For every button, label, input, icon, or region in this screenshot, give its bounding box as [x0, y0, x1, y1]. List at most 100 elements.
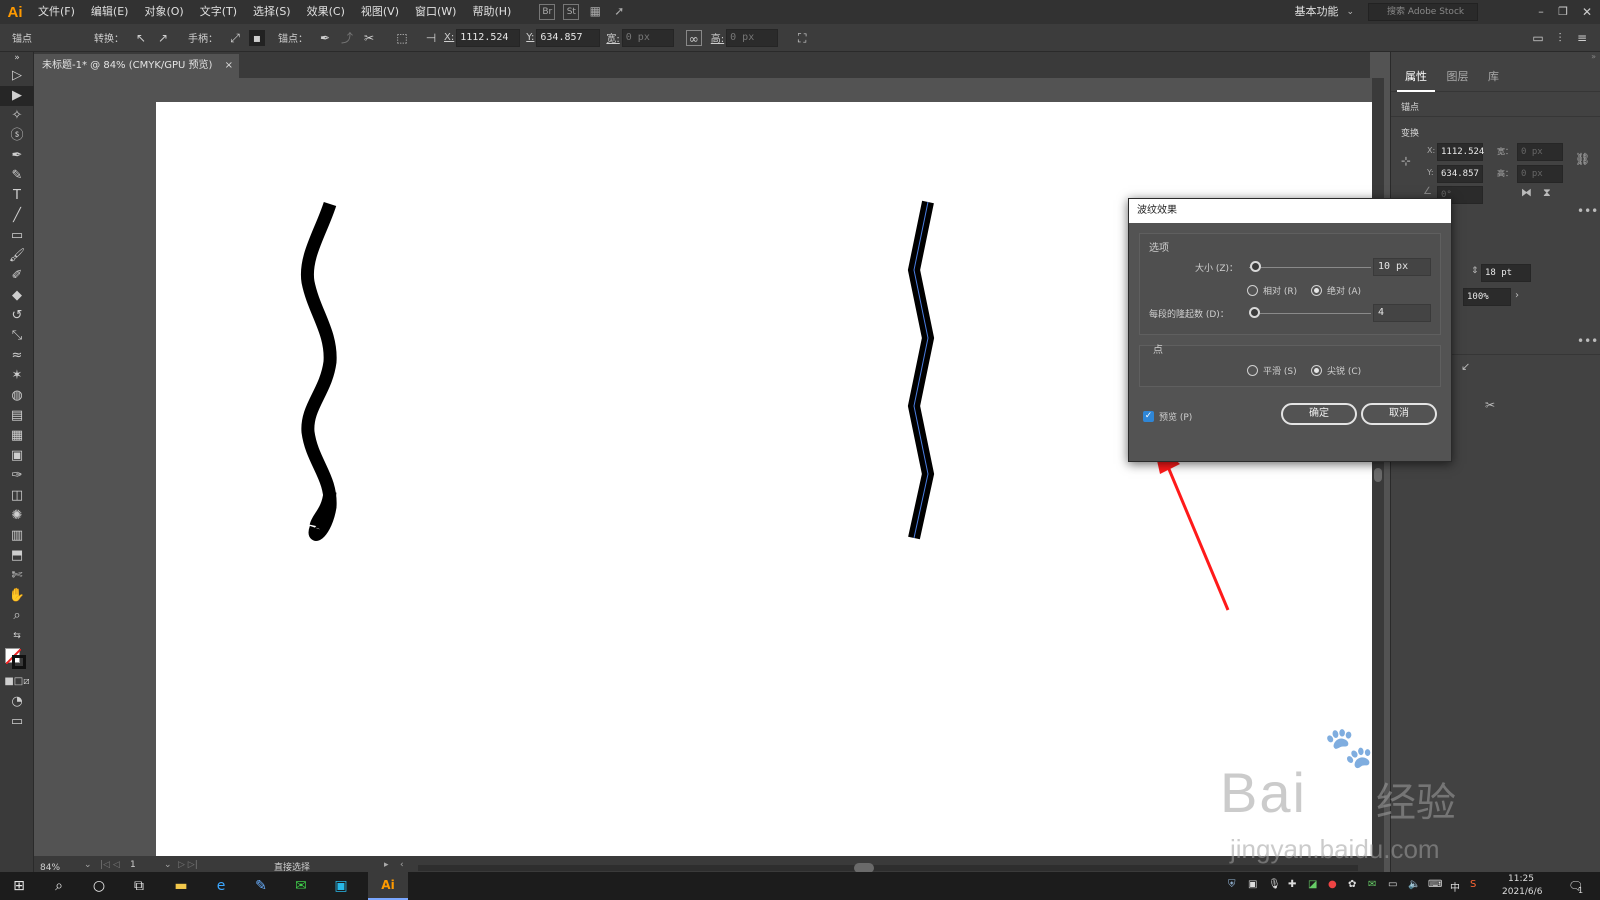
handle-show-icon[interactable]: ⤢ [227, 30, 243, 46]
tray-wechat-icon[interactable]: ✉ [1368, 879, 1376, 890]
height-input[interactable]: 0 px [726, 28, 779, 47]
minimize-icon[interactable]: – [1530, 2, 1552, 22]
relative-radio[interactable] [1247, 285, 1258, 296]
collapse-icon[interactable]: » [0, 52, 34, 66]
menu-type[interactable]: 文字(T) [192, 0, 245, 24]
panel-collapse-icon[interactable]: » [1391, 52, 1600, 64]
pen-tool-icon[interactable]: ✒ [0, 146, 34, 166]
clock-date[interactable]: 2021/6/6 [1502, 887, 1542, 897]
convert-corner-icon[interactable]: ↖ [133, 30, 149, 46]
absolute-radio[interactable] [1311, 285, 1322, 296]
tray-monitor-icon[interactable]: ▣ [1248, 879, 1257, 890]
panel-width-input[interactable]: 0 px [1517, 143, 1563, 161]
remove-anchor-icon[interactable]: ✒ [317, 30, 333, 46]
windows-start-icon[interactable]: ⊞ [8, 876, 30, 896]
screen-mode-icon[interactable]: ▭ [0, 712, 34, 732]
y-coordinate-input[interactable]: 634.857 [536, 28, 601, 47]
menu-window[interactable]: 窗口(W) [407, 0, 464, 24]
warp-tool-icon[interactable]: ≈ [0, 346, 34, 366]
restore-icon[interactable]: ❐ [1552, 2, 1574, 22]
menu-select[interactable]: 选择(S) [245, 0, 299, 24]
tray-ime-icon[interactable]: ⌨ [1428, 879, 1442, 890]
smooth-radio[interactable] [1247, 365, 1258, 376]
tray-qq-icon[interactable]: ✿ [1348, 879, 1356, 890]
scroll-left-icon[interactable]: ‹ [400, 860, 404, 870]
panel-height-input[interactable]: 0 px [1517, 165, 1563, 183]
size-slider-track[interactable] [1249, 267, 1371, 268]
tab-layers[interactable]: 图层 [1439, 64, 1477, 90]
zoom-dropdown-icon[interactable]: ⌄ [84, 860, 92, 870]
close-window-icon[interactable]: ✕ [1574, 2, 1600, 22]
artboard-number[interactable]: 1 [130, 860, 162, 870]
anchor-convert-icon[interactable]: ↙ [1461, 360, 1470, 373]
tray-nvidia-icon[interactable]: ◪ [1308, 879, 1317, 890]
ridges-slider-track[interactable] [1249, 313, 1371, 314]
app-icon[interactable]: ✎ [250, 876, 272, 896]
stroke-weight-input[interactable]: 18 pt [1481, 264, 1531, 282]
reference-point-icon[interactable]: ⊹ [1401, 154, 1411, 168]
tray-shield-icon[interactable]: ⛨ [1228, 879, 1236, 890]
fill-stroke-swatch[interactable] [0, 646, 34, 672]
ok-button[interactable]: 确定 [1281, 403, 1357, 425]
flip-vertical-icon[interactable]: ⧗ [1543, 186, 1551, 200]
eyedropper-tool-icon[interactable]: ✑ [0, 466, 34, 486]
stock-search-input[interactable]: 搜索 Adobe Stock [1368, 3, 1478, 21]
opacity-input[interactable]: 100% [1463, 288, 1511, 306]
menu-effect[interactable]: 效果(C) [299, 0, 353, 24]
menu-edit[interactable]: 编辑(E) [83, 0, 137, 24]
blend-tool-icon[interactable]: ◫ [0, 486, 34, 506]
layout-grid-icon[interactable]: ▦ [587, 4, 603, 20]
constrain-link-icon[interactable]: ⛓ [1575, 152, 1590, 166]
language-indicator[interactable]: 中 [1450, 879, 1460, 894]
panel-menu-icon[interactable]: ≡ [1574, 30, 1590, 46]
panel-y-input[interactable]: 634.857 [1437, 165, 1483, 183]
cortana-icon[interactable]: ○ [88, 876, 110, 896]
select-similar-icon[interactable]: ⬚ [394, 30, 410, 46]
convert-smooth-icon[interactable]: ↗ [155, 30, 171, 46]
edge-browser-icon[interactable]: e [210, 876, 232, 896]
file-explorer-icon[interactable]: ▬ [170, 876, 192, 896]
swap-colors-icon[interactable]: ⇆ [0, 626, 34, 646]
task-view-icon[interactable]: ⧉ [128, 876, 150, 896]
cut-path-panel-icon[interactable]: ✂ [1485, 398, 1495, 412]
clock-time[interactable]: 11:25 [1508, 874, 1534, 884]
menu-view[interactable]: 视图(V) [353, 0, 407, 24]
eraser-tool-icon[interactable]: ◆ [0, 286, 34, 306]
link-icon[interactable]: ∞ [685, 29, 702, 46]
shape-builder-tool-icon[interactable]: ◍ [0, 386, 34, 406]
zoom-tool-icon[interactable]: ⌕ [0, 606, 34, 626]
horizontal-scrollbar[interactable] [418, 863, 1358, 873]
lasso-tool-icon[interactable]: ⓢ [0, 126, 34, 146]
vertical-scrollbar-thumb[interactable] [1374, 468, 1382, 482]
next-artboard-icon[interactable]: ▷ ▷| [178, 860, 198, 870]
cancel-button[interactable]: 取消 [1361, 403, 1437, 425]
document-tab[interactable]: 未标题-1* @ 84% (CMYK/GPU 预览) × [34, 54, 239, 78]
transform-icon[interactable]: ⛶ [794, 30, 810, 46]
draw-mode-icon[interactable]: ◔ [0, 692, 34, 712]
magic-wand-tool-icon[interactable]: ✧ [0, 106, 34, 126]
cut-path-icon[interactable]: ✂ [361, 30, 377, 46]
send-icon[interactable]: ➚ [611, 4, 627, 20]
connect-anchor-icon[interactable]: ⤴ [339, 30, 355, 46]
tray-network-icon[interactable]: ▭ [1388, 879, 1397, 890]
tray-sogou-icon[interactable]: S [1470, 879, 1476, 890]
menu-help[interactable]: 帮助(H) [464, 0, 519, 24]
slice-tool-icon[interactable]: ✄ [0, 566, 34, 586]
close-tab-icon[interactable]: × [225, 54, 233, 78]
symbol-sprayer-tool-icon[interactable]: ✺ [0, 506, 34, 526]
app-store-icon[interactable]: ▣ [330, 876, 352, 896]
stroke-swatch[interactable] [12, 655, 26, 669]
paintbrush-tool-icon[interactable]: 🖌 [0, 246, 34, 266]
curvature-tool-icon[interactable]: ✎ [0, 166, 34, 186]
width-input[interactable]: 0 px [621, 28, 674, 47]
type-tool-icon[interactable]: T [0, 186, 34, 206]
size-input[interactable]: 10 px [1373, 258, 1431, 276]
distribute-icon[interactable]: ⫶ [1552, 30, 1568, 46]
menu-file[interactable]: 文件(F) [30, 0, 83, 24]
hand-tool-icon[interactable]: ✋ [0, 586, 34, 606]
selection-tool-icon[interactable]: ▷ [0, 66, 34, 86]
first-artboard-icon[interactable]: |◁ ◁ [100, 860, 120, 870]
status-menu-icon[interactable]: ▸ [384, 860, 389, 870]
rotate-tool-icon[interactable]: ↺ [0, 306, 34, 326]
align-icon[interactable]: ⊣ [423, 30, 439, 46]
